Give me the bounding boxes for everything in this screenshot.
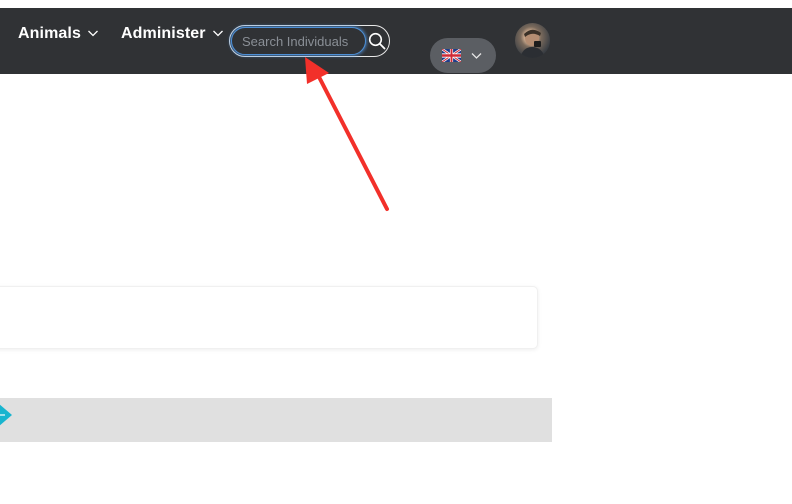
chevron-down-icon [470, 49, 483, 62]
chevron-down-icon [212, 27, 224, 39]
nav-menu-animals-label: Animals [18, 25, 81, 42]
red-annotation-arrow [300, 55, 395, 215]
uk-flag-icon [442, 49, 461, 62]
top-navbar: Animals Administer [0, 8, 792, 74]
search-box [229, 25, 390, 57]
cyan-diamond-marker-icon [0, 402, 14, 428]
content-card [0, 286, 538, 349]
language-selector-button[interactable] [430, 38, 496, 73]
search-icon[interactable] [367, 31, 387, 51]
nav-menu-animals[interactable]: Animals [18, 23, 99, 45]
user-avatar[interactable] [515, 23, 550, 58]
search-individuals-input[interactable] [231, 27, 366, 55]
nav-menu-administer-label: Administer [121, 25, 206, 42]
section-band [0, 398, 552, 442]
chevron-down-icon [87, 27, 99, 39]
top-strip [0, 0, 792, 8]
nav-menu-administer[interactable]: Administer [121, 23, 224, 45]
